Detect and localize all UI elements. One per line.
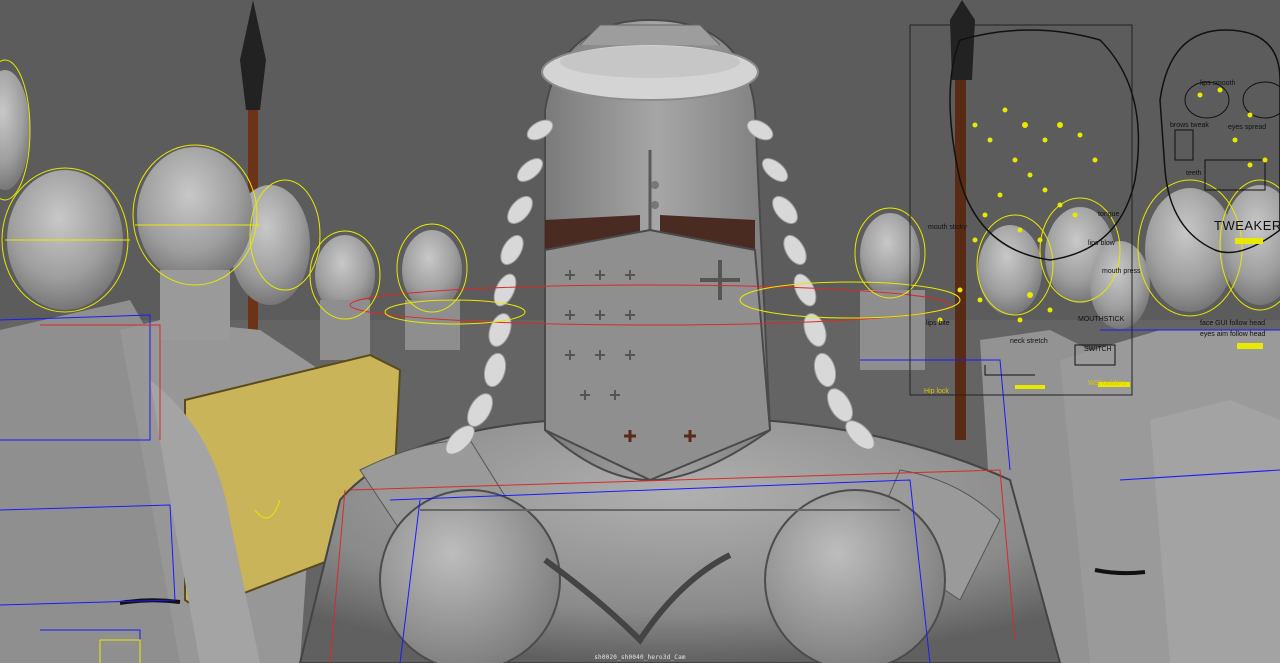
gui-label-lips-bite[interactable]: lips bite xyxy=(926,320,950,327)
gui-label-eyes-spread[interactable]: eyes spread xyxy=(1228,124,1266,131)
scene-render xyxy=(0,0,1280,663)
gui-label-neck-stretch[interactable]: neck stretch xyxy=(1010,338,1048,345)
gui-label-lips-smooth[interactable]: lips smooth xyxy=(1200,80,1235,87)
maya-viewport[interactable]: mouth sticky lips bite lips blow tongue … xyxy=(0,0,1280,663)
gui-label-wshoulders[interactable]: WShoulders xyxy=(1088,380,1126,387)
gui-label-face-gui-follow-head[interactable]: face GUI follow head xyxy=(1200,320,1265,327)
gui-label-lips-blow[interactable]: lips blow xyxy=(1088,240,1115,247)
gui-label-eyes-aim-follow-head[interactable]: eyes aim follow head xyxy=(1200,331,1265,338)
knight-helmet xyxy=(541,18,772,482)
gui-label-brows-tweak[interactable]: brows tweak xyxy=(1170,122,1209,129)
gui-label-switch[interactable]: SWITCH xyxy=(1084,346,1112,353)
gui-label-hip-lock[interactable]: Hip lock xyxy=(924,388,949,395)
gui-label-tweakers[interactable]: TWEAKERS xyxy=(1214,219,1280,232)
gui-label-tongue[interactable]: tongue xyxy=(1098,211,1119,218)
gui-label-mouth-sticky[interactable]: mouth sticky xyxy=(928,224,967,231)
head-left-front xyxy=(0,70,253,340)
gui-label-teeth[interactable]: teeth xyxy=(1186,170,1202,177)
gui-label-mouth-stick[interactable]: MOUTHSTICK xyxy=(1078,316,1124,323)
camera-label: sh0020_sh0040_hero3d_Cam xyxy=(594,654,686,661)
gui-label-mouth-press[interactable]: mouth press xyxy=(1102,268,1141,275)
